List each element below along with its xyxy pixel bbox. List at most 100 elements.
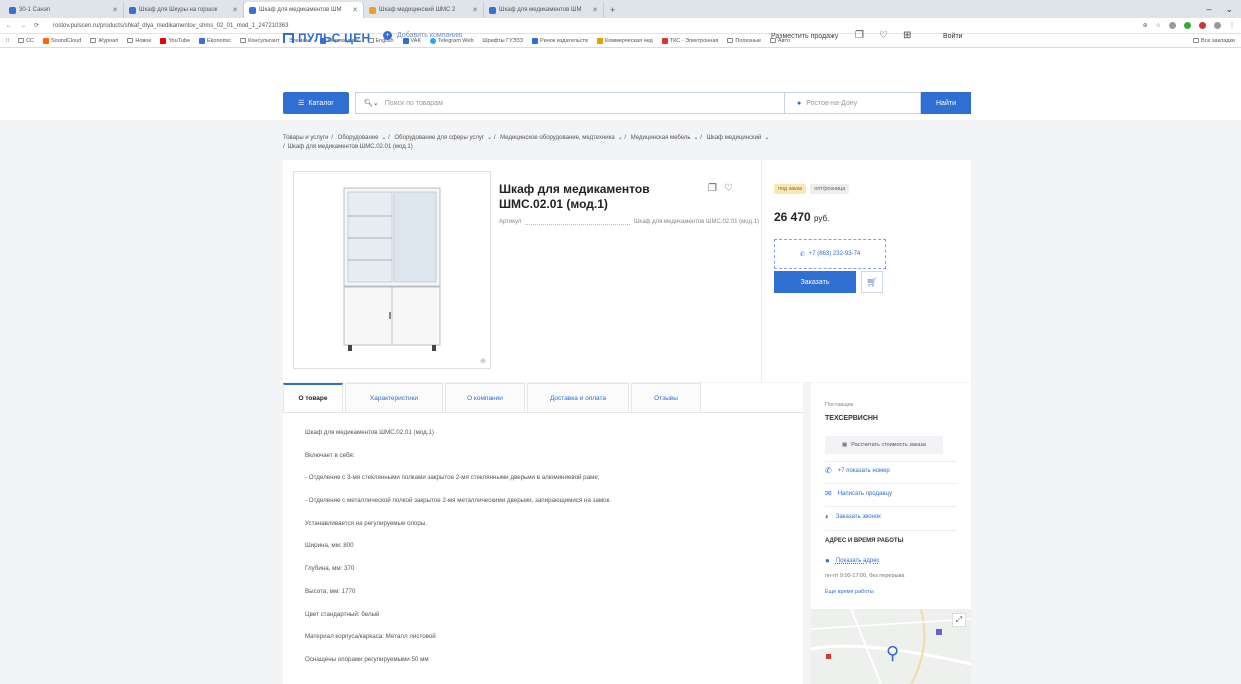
breadcrumb-item[interactable]: Оборудование: [338, 135, 379, 141]
search-input[interactable]: 🔍︎⌄ Поиск по товарам: [355, 92, 785, 114]
bookmark[interactable]: Журнал: [90, 38, 118, 44]
folder-icon: [727, 38, 734, 43]
show-phone-link[interactable]: ✆ +7 показать номер: [825, 466, 890, 475]
description-line: Шкаф для медикаментов ШМС.02.01 (мод.1): [305, 429, 434, 436]
bookmarks-bar: ⁞⁞ CC SoundCloud Журнал Новое YouTube Ek…: [0, 34, 1241, 48]
mail-icon: ✉: [825, 489, 832, 498]
tab-company[interactable]: О компании: [445, 383, 525, 412]
order-button[interactable]: Заказать: [774, 271, 856, 293]
folder-icon: [1192, 38, 1199, 43]
favicon-icon: [129, 6, 136, 14]
product-image[interactable]: ⊕: [293, 171, 491, 369]
add-company-link[interactable]: + Добавить компанию: [383, 31, 462, 40]
zoom-icon[interactable]: ⊕: [1143, 22, 1148, 29]
description-line: Высота, мм: 1770: [305, 587, 356, 595]
reload-icon[interactable]: ⟳: [34, 22, 39, 29]
breadcrumb-item[interactable]: Товары и услуги: [283, 135, 328, 141]
seller-name[interactable]: ТЕХСЕРВИСНН: [825, 415, 878, 422]
breadcrumb-item[interactable]: Оборудование для сферы услуг: [395, 135, 485, 141]
apps-icon[interactable]: ⁞⁞: [6, 38, 9, 44]
cart-icon[interactable]: ⊞: [903, 30, 911, 41]
back-icon[interactable]: ←: [6, 23, 12, 29]
all-bookmarks[interactable]: Все закладки: [1192, 38, 1235, 44]
tab-specs[interactable]: Характеристики: [345, 383, 443, 412]
browser-tab-active[interactable]: Шкаф для медикаментов ШМ ✕: [244, 2, 364, 18]
catalog-button[interactable]: ☰ Каталог: [283, 92, 349, 114]
tab-reviews[interactable]: Отзывы: [631, 383, 701, 412]
location-pin-icon: ●: [797, 99, 802, 107]
browser-tab[interactable]: Шкаф для медикаментов ШМ ✕: [484, 2, 604, 18]
browser-tab[interactable]: Шкаф для Шкуры на горшок ✕: [124, 2, 244, 18]
city-select[interactable]: ● Ростов-на-Дону: [785, 92, 921, 114]
bookmark[interactable]: Шрифты ГУЭЗЗ: [483, 38, 523, 44]
description-line: Глубина, мм: 370: [305, 565, 355, 573]
extension-icon[interactable]: [1169, 22, 1176, 29]
breadcrumb: Товары и услуги / Оборудование ⌄ / Оборудо…: [283, 135, 770, 150]
place-ad-link[interactable]: Разместить продажу: [771, 33, 838, 40]
breadcrumb-item[interactable]: Медицинское оборудование, медтехника: [500, 135, 615, 141]
new-tab-icon[interactable]: +: [604, 5, 621, 18]
close-icon[interactable]: ✕: [112, 6, 118, 14]
search-icon: 🔍︎⌄: [364, 100, 379, 107]
bookmark[interactable]: Коммерческая нед: [596, 37, 653, 44]
description-line: Материал корпуса/каркаса: Металл листово…: [305, 633, 436, 641]
callback-icon: ◐: [825, 512, 830, 521]
bookmark[interactable]: YouTube: [160, 37, 190, 44]
tab-search-icon[interactable]: ⌄: [1225, 4, 1233, 15]
login-link[interactable]: Войти: [943, 33, 963, 40]
minimize-icon[interactable]: –: [1206, 4, 1211, 15]
close-icon[interactable]: ✕: [352, 6, 358, 14]
status-badge: опт/розница: [810, 184, 850, 194]
close-icon[interactable]: ✕: [592, 6, 598, 14]
favorite-icon[interactable]: ♡: [724, 183, 733, 194]
bookmark-icon: [596, 37, 603, 44]
callback-link[interactable]: ◐ Заказать звонок: [825, 512, 881, 521]
bookmark[interactable]: SoundCloud: [43, 37, 81, 44]
close-icon[interactable]: ✕: [232, 6, 238, 14]
zoom-icon[interactable]: ⊕: [480, 357, 486, 365]
tab-about[interactable]: О товаре: [283, 383, 343, 412]
breadcrumb-item[interactable]: Шкаф медицинский: [707, 135, 762, 141]
url-field[interactable]: rostov.pulscen.ru/products/shkaf_dlya_me…: [53, 23, 288, 29]
bookmark[interactable]: Новое: [127, 38, 151, 44]
extension-icon[interactable]: [1184, 22, 1191, 29]
address-header: АДРЕС И ВРЕМЯ РАБОТЫ: [825, 538, 904, 544]
favicon-icon: [489, 6, 496, 14]
show-address-link[interactable]: ● Показать адрес: [825, 556, 880, 565]
more-hours-link[interactable]: Еще время работы: [825, 589, 874, 595]
calc-order-button[interactable]: ▦ Рассчитать стоимость заказа: [825, 436, 943, 454]
extension-icon[interactable]: [1199, 22, 1206, 29]
star-icon[interactable]: ☆: [1156, 22, 1161, 29]
bookmark[interactable]: CC: [18, 38, 34, 44]
site-logo[interactable]: ПУЛЬС ЦЕН: [283, 31, 371, 45]
forward-icon[interactable]: →: [20, 23, 26, 29]
breadcrumb-item[interactable]: Медицинская мебель: [631, 135, 691, 141]
compare-icon[interactable]: ❐: [855, 30, 864, 41]
tab-delivery[interactable]: Доставка и оплата: [527, 383, 629, 412]
menu-icon[interactable]: ⋮: [1229, 22, 1235, 29]
bookmark[interactable]: Консультант: [240, 38, 280, 44]
write-seller-link[interactable]: ✉ Написать продавцу: [825, 489, 892, 498]
find-button[interactable]: Найти: [921, 92, 971, 114]
location-map[interactable]: ⚲ ⤢: [811, 609, 971, 684]
extension-icon[interactable]: [1214, 22, 1221, 29]
description-text: Шкаф для медикаментов ШМС.02.01 (мод.1) …: [283, 413, 803, 679]
bookmark[interactable]: Полезные: [727, 38, 761, 44]
add-to-cart-button[interactable]: 🛒︎: [861, 271, 883, 293]
phone-button[interactable]: ✆ +7 (863) 232-93-74: [774, 239, 886, 269]
description-line: - Отделение с 3-мя стеклянными полками з…: [305, 474, 600, 482]
description-line: Устанавливается на регулируемые опоры.: [305, 519, 427, 527]
favicon-icon: [9, 6, 16, 14]
bookmark[interactable]: ТКС - Электронная: [661, 37, 718, 44]
browser-tab[interactable]: Шкаф медицинский ШМС 2 ✕: [364, 2, 484, 18]
bookmark[interactable]: Ринок издательств: [531, 37, 588, 44]
favorites-icon[interactable]: ♡: [879, 30, 888, 41]
bookmark-icon: [661, 37, 668, 44]
browser-tab[interactable]: 30-1 Санэп ✕: [4, 2, 124, 18]
compare-icon[interactable]: ❐: [708, 183, 717, 194]
address-bar: ← → ⟳ rostov.pulscen.ru/products/shkaf_d…: [0, 18, 1241, 34]
bookmark[interactable]: Ekonomic: [199, 37, 231, 44]
youtube-icon: [160, 37, 167, 44]
expand-map-icon[interactable]: ⤢: [952, 613, 966, 627]
close-icon[interactable]: ✕: [472, 6, 478, 14]
